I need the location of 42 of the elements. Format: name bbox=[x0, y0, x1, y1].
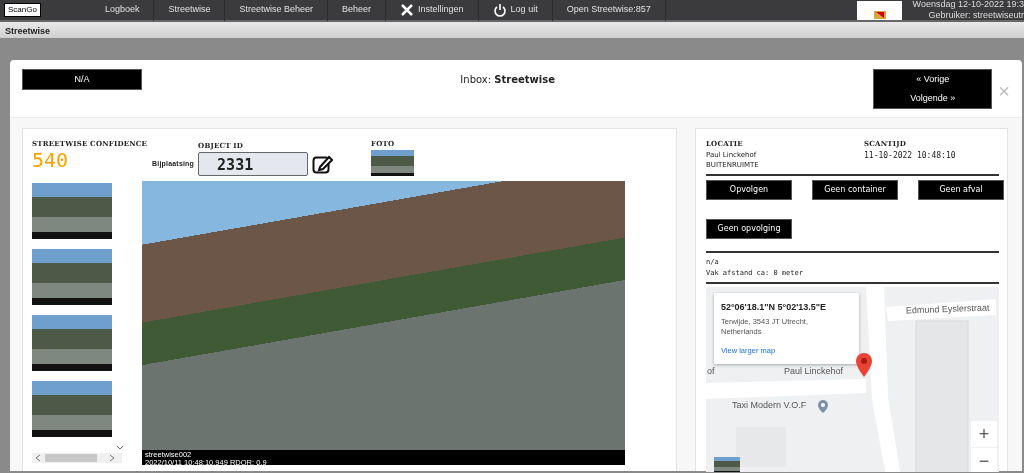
location-pin-icon bbox=[856, 352, 872, 377]
previous-link[interactable]: « Vorige bbox=[916, 72, 950, 87]
photo-thumbnail[interactable] bbox=[32, 248, 112, 305]
scroll-right-icon[interactable] bbox=[109, 453, 115, 462]
photo-thumbnail[interactable] bbox=[32, 182, 112, 239]
edit-icon bbox=[312, 153, 334, 174]
inbox-title: Inbox: Streetwise bbox=[459, 73, 556, 87]
photo-thumbnail[interactable] bbox=[32, 380, 112, 437]
date-text: Woensdag 12-10-2022 19:3 bbox=[912, 0, 1024, 10]
nav-link[interactable]: Streetwise Beheer bbox=[225, 0, 329, 21]
map-label: Taxi Modern V.O.F bbox=[732, 398, 807, 412]
nav-link[interactable]: Log uit bbox=[478, 0, 553, 21]
map-label: of bbox=[707, 364, 715, 378]
user-text: Gebruiker: streetwiseutr bbox=[927, 10, 1024, 21]
scroll-left-icon[interactable] bbox=[35, 453, 41, 462]
logo[interactable]: ScanGo bbox=[4, 3, 41, 17]
next-link[interactable]: Volgende » bbox=[910, 91, 956, 106]
object-id-field[interactable]: 2331 bbox=[198, 151, 309, 176]
nav-link[interactable]: Open Streetwise:857 bbox=[552, 0, 666, 21]
zoom-in-button[interactable]: + bbox=[971, 420, 997, 447]
coordinates-text: 52°06'18.1"N 5°02'13.5"E bbox=[721, 300, 828, 314]
confidence-score: 540 bbox=[32, 149, 70, 170]
map-label: Edmund Eyslerstraat bbox=[905, 301, 990, 317]
zoom-out-button[interactable]: − bbox=[971, 447, 997, 472]
page-title: Streetwise bbox=[0, 22, 1024, 38]
nav-link[interactable]: Streetwise bbox=[154, 0, 226, 21]
action-button[interactable]: Geen opvolging bbox=[706, 218, 792, 239]
horizontal-scrollbar[interactable] bbox=[32, 452, 122, 463]
nav-link[interactable]: Beheer bbox=[328, 0, 387, 21]
action-button[interactable]: Opvolgen bbox=[706, 179, 792, 200]
photo-thumbnail[interactable] bbox=[371, 149, 415, 176]
status-button[interactable]: N/A bbox=[22, 69, 142, 90]
action-button[interactable]: Geen afval bbox=[918, 179, 1004, 200]
power-icon bbox=[492, 3, 507, 17]
scantime-text: 11-10-2022 10:48:10 bbox=[864, 149, 956, 162]
place-pin-icon bbox=[818, 399, 828, 413]
nav-link[interactable]: Logboek bbox=[90, 0, 155, 21]
action-button[interactable]: Geen container bbox=[812, 179, 898, 200]
nav-link[interactable]: Instellingen bbox=[386, 0, 479, 21]
scroll-down-icon bbox=[116, 444, 124, 450]
map-label: Paul Linckehof bbox=[784, 364, 844, 378]
photo-thumbnail[interactable] bbox=[32, 314, 112, 371]
